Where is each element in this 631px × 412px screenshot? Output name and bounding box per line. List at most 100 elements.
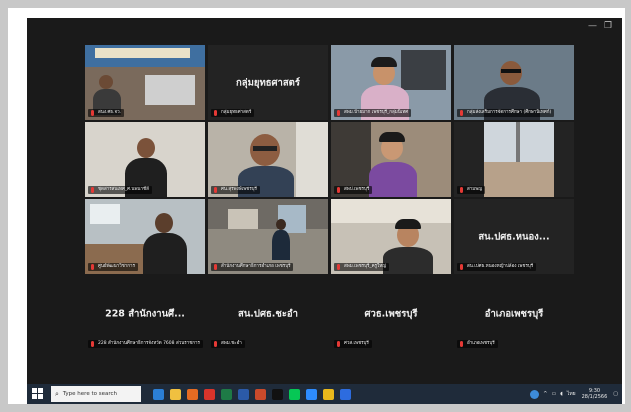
video-tile[interactable]: สน.ปศธ.หนอง... สน.เปศธ.หนองหญ้าปล้อง เพช… bbox=[454, 199, 574, 274]
participant-name: สพม.ชะอำ bbox=[211, 340, 245, 348]
participant-name: สพม.เพชรบุรี_ครูใหญ่ bbox=[334, 263, 390, 271]
participant-name-text: ศวส.เพชรบุรี bbox=[344, 341, 369, 346]
mic-muted-icon bbox=[460, 110, 463, 116]
participant-display-name: สน.ปศธ.ชะอำ bbox=[238, 308, 298, 319]
mic-muted-icon bbox=[214, 264, 217, 270]
chevron-up-icon[interactable]: ^ bbox=[543, 391, 547, 397]
participant-name-text: สพป.เพชรบุรี bbox=[344, 187, 370, 192]
search-placeholder: Type here to search bbox=[62, 391, 117, 397]
participant-name: 228 สำนักงานศึกษาธิการจังหวัด 7608 ส่วนร… bbox=[88, 340, 203, 348]
mic-muted-icon bbox=[460, 264, 463, 270]
participant-name-text: ศูนย์พัฒนาวิชาการ bbox=[98, 264, 135, 269]
participant-name-text: สนง.ศธ.จว. bbox=[98, 110, 122, 115]
participant-name-text: กลุ่มยุทธศาสตร์ bbox=[221, 110, 252, 115]
participant-name-text: สน.เปศธ.หนองหญ้าปล้อง เพชรบุรี bbox=[467, 264, 534, 269]
pdf-icon[interactable] bbox=[204, 388, 215, 400]
participant-name-text: สพม.เพชรบุรี_ครูใหญ่ bbox=[344, 264, 387, 269]
mic-muted-icon bbox=[91, 341, 94, 347]
network-icon[interactable]: ▭ bbox=[552, 391, 557, 397]
video-tile[interactable]: สนง.ศธ.จว. bbox=[85, 45, 205, 120]
participant-display-name: 228 สำนักงานศึ... bbox=[105, 308, 185, 319]
participant-name-text: กลุ่มส่งเสริมการจัดการศึกษา (ศึกษานิเทศก… bbox=[467, 110, 552, 115]
file-explorer-icon[interactable] bbox=[170, 388, 181, 400]
mic-muted-icon bbox=[91, 110, 94, 116]
mic-muted-icon bbox=[91, 264, 94, 270]
participant-name: สำนักงานศึกษาธิการอำเภอ เพชรบุรี bbox=[211, 263, 294, 271]
input-language[interactable]: ไทย bbox=[567, 390, 576, 398]
mic-muted-icon bbox=[460, 187, 463, 193]
notification-icon[interactable]: ▢ bbox=[613, 391, 618, 397]
participant-name-text: 228 สำนักงานศึกษาธิการจังหวัด 7608 ส่วนร… bbox=[98, 341, 200, 346]
mic-muted-icon bbox=[337, 187, 340, 193]
participant-name: สพม.ป้ายมาก เพชรบุรี_กลุ่มนิเทศ bbox=[334, 109, 412, 117]
participant-display-name: สน.ปศธ.หนอง... bbox=[478, 231, 550, 242]
taskbar-search-box[interactable]: ⌕ Type here to search bbox=[51, 386, 141, 402]
chrome-icon[interactable] bbox=[323, 388, 334, 400]
participant-display-name: กลุ่มยุทธศาสตร์ bbox=[236, 77, 300, 88]
participant-name: ชุดสารสนเทศ_ศ.นพนาชีลี bbox=[88, 186, 152, 194]
participant-name-text: ศน.สุรพงษ์เพชรบุรี bbox=[221, 187, 257, 192]
mic-muted-icon bbox=[91, 187, 94, 193]
taskbar-pinned-apps bbox=[147, 388, 351, 400]
tiktok-icon[interactable] bbox=[272, 388, 283, 400]
video-tile[interactable]: 228 สำนักงานศึ... 228 สำนักงานศึกษาธิการ… bbox=[85, 276, 205, 351]
line-icon[interactable] bbox=[289, 388, 300, 400]
firefox-icon[interactable] bbox=[187, 388, 198, 400]
participant-name: สพป.เพชรบุรี bbox=[334, 186, 373, 194]
participant-name-text: สพม.ป้ายมาก เพชรบุรี_กลุ่มนิเทศ bbox=[344, 110, 409, 115]
video-tile[interactable]: สพม.ป้ายมาก เพชรบุรี_กลุ่มนิเทศ bbox=[331, 45, 451, 120]
edge-icon[interactable] bbox=[153, 388, 164, 400]
clock[interactable]: 9:30 28/1/2566 bbox=[582, 388, 608, 400]
taskbar: ⌕ Type here to search ^ ▭ ◖ ไทย 9:30 28/… bbox=[27, 384, 622, 404]
video-tile[interactable]: สพม.เพชรบุรี_ครูใหญ่ bbox=[331, 199, 451, 274]
participant-name-text: ชุดสารสนเทศ_ศ.นพนาชีลี bbox=[98, 187, 149, 192]
powerpoint-icon[interactable] bbox=[255, 388, 266, 400]
participant-name-text: สพม.ชะอำ bbox=[221, 341, 242, 346]
participant-display-name: ศวธ.เพชรบุรี bbox=[364, 308, 418, 319]
mic-muted-icon bbox=[337, 264, 340, 270]
video-tile[interactable]: สำนักงานศึกษาธิการอำเภอ เพชรบุรี bbox=[208, 199, 328, 274]
video-tile[interactable]: สน.ปศธ.ชะอำ สพม.ชะอำ bbox=[208, 276, 328, 351]
search-icon: ⌕ bbox=[55, 389, 59, 398]
zoom-app-icon[interactable] bbox=[306, 388, 317, 400]
participant-name: สามพญ bbox=[457, 186, 486, 194]
video-tile[interactable]: อำเภอเพชรบุรี อำเภอเพชรบุรี bbox=[454, 276, 574, 351]
volume-icon[interactable]: ◖ bbox=[560, 391, 563, 397]
participant-name: สน.เปศธ.หนองหญ้าปล้อง เพชรบุรี bbox=[457, 263, 537, 271]
restore-button[interactable]: ❐ bbox=[604, 22, 612, 31]
video-tile[interactable]: ศน.สุรพงษ์เพชรบุรี bbox=[208, 122, 328, 197]
video-tile[interactable]: กลุ่มส่งเสริมการจัดการศึกษา (ศึกษานิเทศก… bbox=[454, 45, 574, 120]
weather-icon[interactable] bbox=[530, 389, 540, 399]
mic-muted-icon bbox=[337, 110, 340, 116]
participant-name: ศวส.เพชรบุรี bbox=[334, 340, 372, 348]
participant-name: กลุ่มยุทธศาสตร์ bbox=[211, 109, 255, 117]
mic-muted-icon bbox=[214, 187, 217, 193]
mic-muted-icon bbox=[214, 341, 217, 347]
video-tile[interactable]: สพป.เพชรบุรี bbox=[331, 122, 451, 197]
video-tile[interactable]: ชุดสารสนเทศ_ศ.นพนาชีลี bbox=[85, 122, 205, 197]
mic-muted-icon bbox=[460, 341, 463, 347]
clock-date: 28/1/2566 bbox=[581, 394, 608, 400]
excel-icon[interactable] bbox=[221, 388, 232, 400]
participant-name: ศน.สุรพงษ์เพชรบุรี bbox=[211, 186, 260, 194]
video-tile[interactable]: ศวธ.เพชรบุรี ศวส.เพชรบุรี bbox=[331, 276, 451, 351]
video-tile[interactable]: กลุ่มยุทธศาสตร์ กลุ่มยุทธศาสตร์ bbox=[208, 45, 328, 120]
windows-start-icon[interactable] bbox=[31, 387, 45, 401]
video-tile[interactable]: สามพญ bbox=[454, 122, 574, 197]
video-tile[interactable]: ศูนย์พัฒนาวิชาการ bbox=[85, 199, 205, 274]
participant-name: อำเภอเพชรบุรี bbox=[457, 340, 498, 348]
participant-name-text: อำเภอเพชรบุรี bbox=[467, 341, 495, 346]
system-tray: ^ ▭ ◖ ไทย 9:30 28/1/2566 ▢ bbox=[530, 388, 622, 400]
mic-muted-icon bbox=[214, 110, 217, 116]
participant-display-name: อำเภอเพชรบุรี bbox=[484, 308, 544, 319]
minimize-button[interactable]: — bbox=[588, 22, 597, 31]
word-icon[interactable] bbox=[238, 388, 249, 400]
participant-name: สนง.ศธ.จว. bbox=[88, 109, 125, 117]
mic-muted-icon bbox=[337, 341, 340, 347]
participant-name: ศูนย์พัฒนาวิชาการ bbox=[88, 263, 138, 271]
meeting-icon[interactable] bbox=[340, 388, 351, 400]
participant-name-text: สำนักงานศึกษาธิการอำเภอ เพชรบุรี bbox=[221, 264, 291, 269]
zoom-meeting-window: — ❐ สนง.ศธ.จว. กลุ่มยุทธศาสตร์ กลุ่มยุทธ… bbox=[27, 18, 622, 384]
participant-name: กลุ่มส่งเสริมการจัดการศึกษา (ศึกษานิเทศก… bbox=[457, 109, 555, 117]
participant-name-text: สามพญ bbox=[467, 187, 483, 192]
